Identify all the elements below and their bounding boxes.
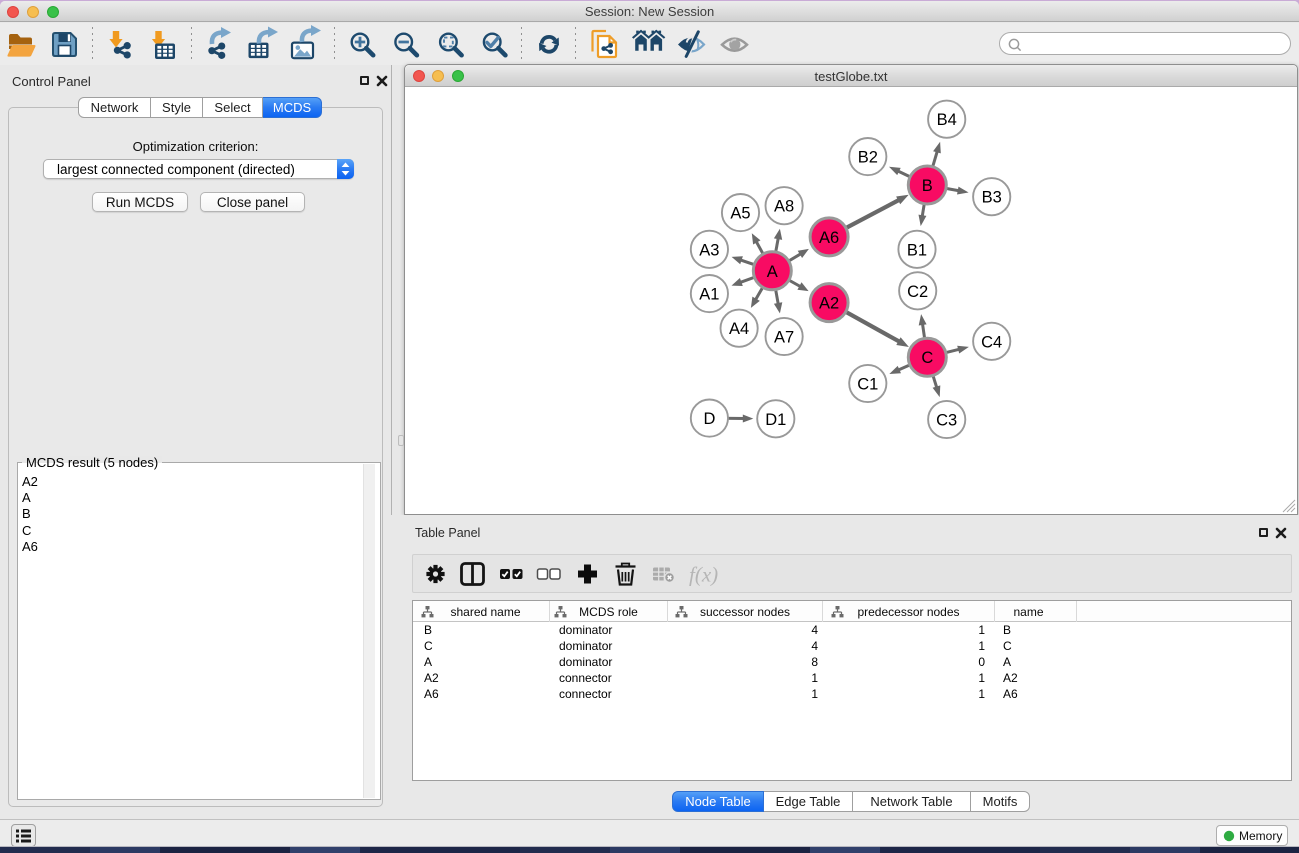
svg-text:A8: A8 bbox=[774, 198, 794, 216]
svg-text:A2: A2 bbox=[819, 295, 839, 313]
svg-text:A3: A3 bbox=[699, 241, 719, 259]
svg-text:B: B bbox=[922, 177, 933, 195]
svg-text:C1: C1 bbox=[857, 376, 878, 394]
svg-text:A: A bbox=[767, 263, 778, 281]
svg-text:D: D bbox=[703, 410, 715, 428]
svg-text:D1: D1 bbox=[765, 411, 786, 429]
svg-text:A1: A1 bbox=[699, 286, 719, 304]
svg-text:A5: A5 bbox=[730, 205, 750, 223]
svg-text:A6: A6 bbox=[819, 229, 839, 247]
svg-text:C3: C3 bbox=[936, 412, 957, 430]
svg-text:C2: C2 bbox=[907, 283, 928, 301]
svg-text:B2: B2 bbox=[858, 149, 878, 167]
svg-text:A7: A7 bbox=[774, 329, 794, 347]
svg-text:A4: A4 bbox=[729, 320, 749, 338]
svg-text:C: C bbox=[921, 349, 933, 367]
svg-text:B1: B1 bbox=[907, 241, 927, 259]
svg-text:C4: C4 bbox=[981, 333, 1002, 351]
svg-text:B4: B4 bbox=[937, 111, 957, 129]
svg-text:f(x): f(x) bbox=[689, 563, 718, 587]
svg-text:B3: B3 bbox=[982, 189, 1002, 207]
